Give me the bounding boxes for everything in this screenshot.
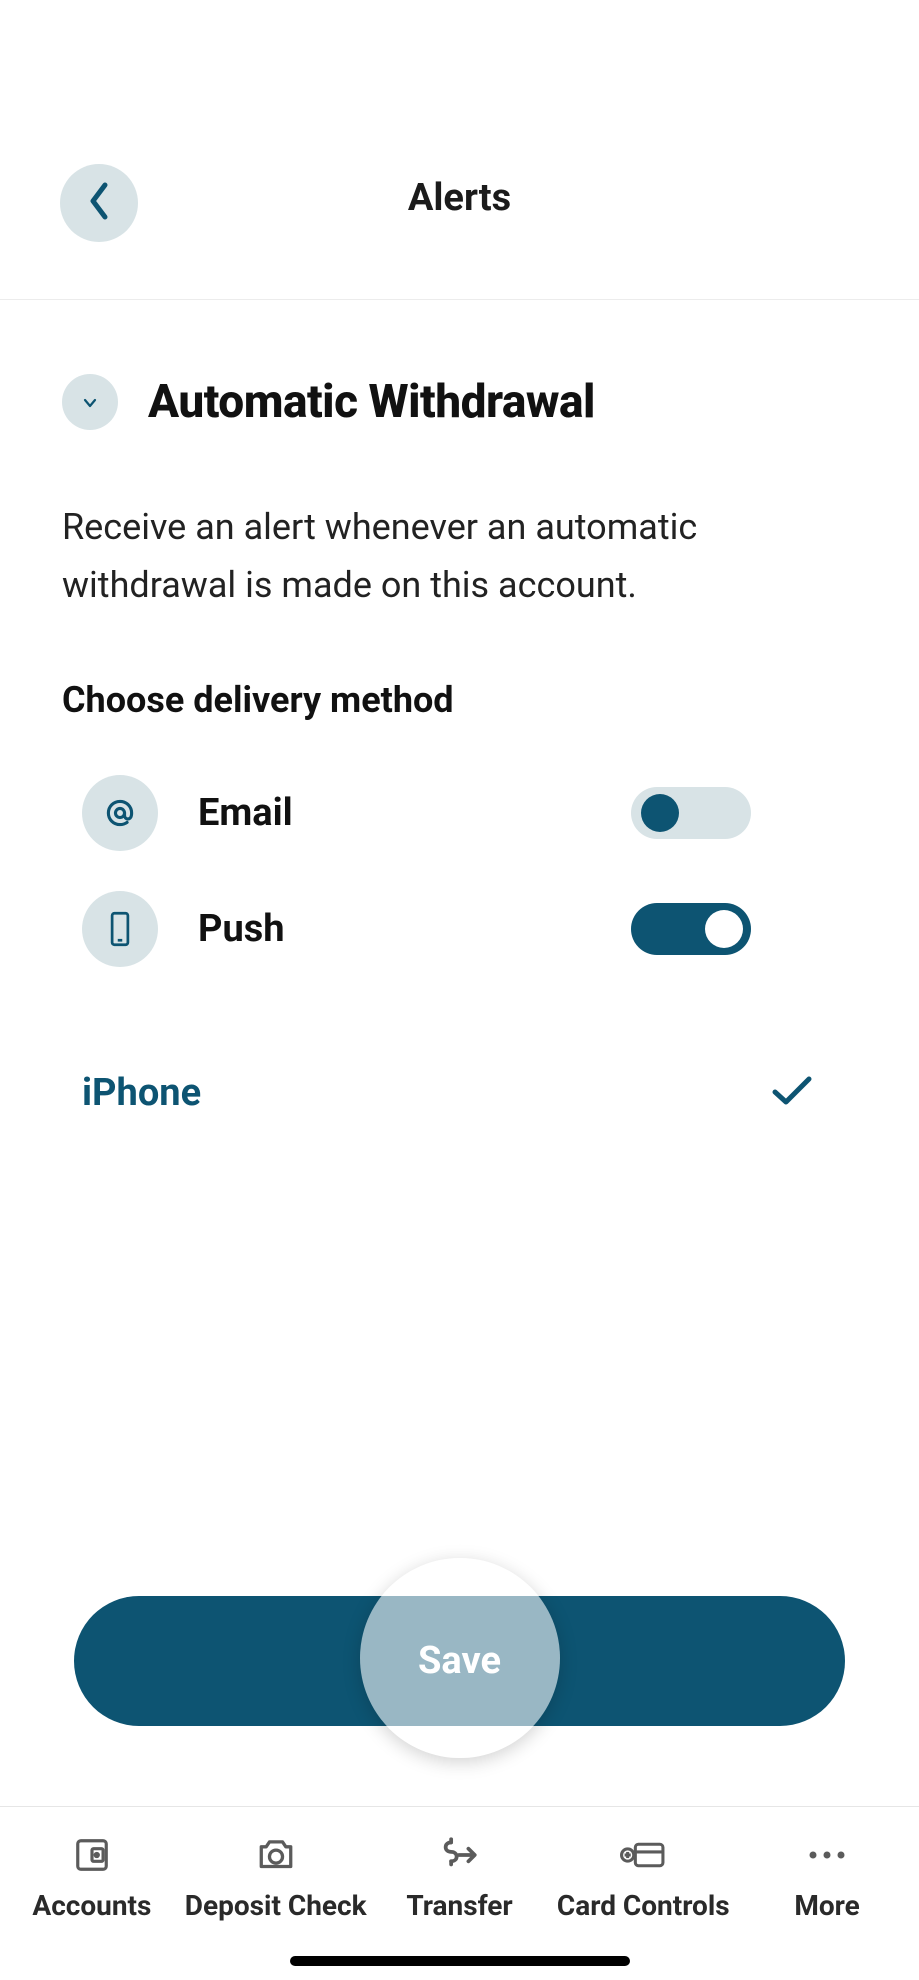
page-title: Alerts	[0, 176, 919, 220]
camera-icon	[256, 1835, 296, 1875]
checkmark-icon	[771, 1074, 813, 1112]
tab-deposit-check[interactable]: Deposit Check	[184, 1835, 368, 1922]
at-sign-icon	[82, 775, 158, 851]
device-label: iPhone	[82, 1071, 201, 1115]
tab-label: More	[794, 1889, 859, 1922]
delivery-method-list: Email Push	[62, 775, 857, 967]
section-description: Receive an alert whenever an automatic w…	[62, 498, 857, 615]
more-icon	[807, 1835, 847, 1875]
save-button-label: Save	[418, 1639, 501, 1683]
save-button[interactable]: Save	[74, 1596, 845, 1726]
header: Alerts	[0, 0, 919, 300]
email-toggle[interactable]	[631, 787, 751, 839]
delivery-method-email: Email	[82, 775, 751, 851]
tab-label: Card Controls	[557, 1889, 730, 1922]
tab-more[interactable]: More	[735, 1835, 919, 1922]
push-device-row[interactable]: iPhone	[62, 1071, 857, 1115]
section-header[interactable]: Automatic Withdrawal	[62, 374, 857, 430]
method-label: Push	[198, 907, 631, 951]
tab-label: Transfer	[406, 1889, 512, 1922]
tab-label: Deposit Check	[185, 1889, 367, 1922]
tab-accounts[interactable]: Accounts	[0, 1835, 184, 1922]
push-toggle[interactable]	[631, 903, 751, 955]
home-indicator	[290, 1956, 630, 1966]
smartphone-icon	[82, 891, 158, 967]
tab-transfer[interactable]: Transfer	[368, 1835, 552, 1922]
tab-card-controls[interactable]: Card Controls	[551, 1835, 735, 1922]
collapse-button[interactable]	[62, 374, 118, 430]
tab-bar: Accounts Deposit Check Transfer Card Con…	[0, 1806, 919, 1980]
chevron-down-icon	[83, 393, 97, 412]
tab-label: Accounts	[32, 1889, 151, 1922]
transfer-icon	[437, 1835, 481, 1875]
delivery-method-push: Push	[82, 891, 751, 967]
content: Automatic Withdrawal Receive an alert wh…	[0, 300, 919, 1115]
card-controls-icon	[620, 1835, 666, 1875]
delivery-heading: Choose delivery method	[62, 679, 857, 721]
method-label: Email	[198, 791, 631, 835]
section-title: Automatic Withdrawal	[148, 375, 595, 429]
accounts-icon	[73, 1835, 111, 1875]
